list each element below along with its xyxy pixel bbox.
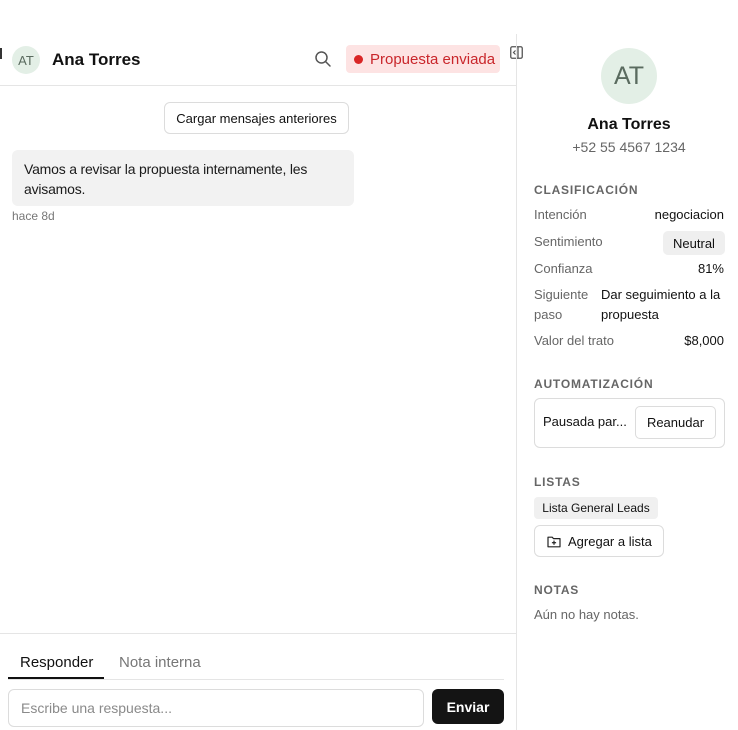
load-older-messages-button[interactable]: Cargar mensajes anteriores [164, 102, 349, 134]
confidence-label: Confianza [534, 261, 593, 276]
intent-label: Intención [534, 207, 587, 222]
send-button[interactable]: Enviar [432, 689, 504, 724]
folder-plus-icon [547, 536, 561, 547]
composer-tabs: Responder Nota interna [8, 634, 504, 680]
notes-title: NOTAS [534, 583, 580, 597]
search-icon[interactable] [314, 50, 332, 68]
contact-phone: +52 55 4567 1234 [572, 139, 686, 155]
message-timestamp: hace 8d [12, 209, 55, 223]
notes-empty: Aún no hay notas. [534, 607, 639, 622]
reply-input[interactable] [8, 689, 424, 727]
add-to-list-label: Agregar a lista [568, 533, 652, 549]
composer: Responder Nota interna Enviar [0, 633, 516, 730]
lists-title: LISTAS [534, 475, 581, 489]
avatar: AT [12, 46, 40, 74]
next-step-value: Dar seguimiento a la propuesta [601, 287, 721, 322]
deal-value-label: Valor del trato [534, 333, 614, 348]
confidence-value: 81% [697, 261, 724, 276]
resume-button[interactable]: Reanudar [635, 406, 716, 439]
status-dot [354, 54, 363, 64]
contact-avatar: AT [601, 48, 657, 104]
automation-box: Pausada par... Reanudar [534, 398, 725, 448]
classification-title: CLASIFICACIÓN [534, 183, 639, 197]
status-label: Propuesta enviada [370, 50, 496, 68]
next-step-label: Siguiente paso [534, 287, 589, 322]
chat-header: AT Ana Torres Propuesta enviada [0, 34, 516, 86]
contact-name: Ana Torres [52, 50, 141, 69]
tab-internal-note[interactable]: Nota interna [119, 654, 201, 671]
status-badge[interactable]: Propuesta enviada [346, 45, 500, 73]
contact-side-panel: AT Ana Torres +52 55 4567 1234 CLASIFICA… [516, 34, 738, 730]
contact-name-heading: Ana Torres [587, 116, 671, 133]
sidebar-edge-indicator [0, 48, 2, 59]
automation-title: AUTOMATIZACIÓN [534, 377, 654, 391]
deal-value: $8,000 [684, 333, 724, 348]
message-bubble: Vamos a revisar la propuesta internament… [12, 150, 354, 206]
active-tab-indicator [8, 677, 104, 679]
sentiment-label: Sentimiento [534, 234, 603, 249]
chat-panel: AT Ana Torres Propuesta enviada Cargar m… [0, 34, 516, 730]
list-chip: Lista General Leads [534, 497, 658, 519]
intent-value: negociacion [654, 207, 724, 222]
tab-reply[interactable]: Responder [20, 654, 93, 671]
add-to-list-button[interactable]: Agregar a lista [534, 525, 664, 557]
sentiment-badge: Neutral [663, 231, 725, 255]
automation-status: Pausada par... [543, 414, 627, 429]
